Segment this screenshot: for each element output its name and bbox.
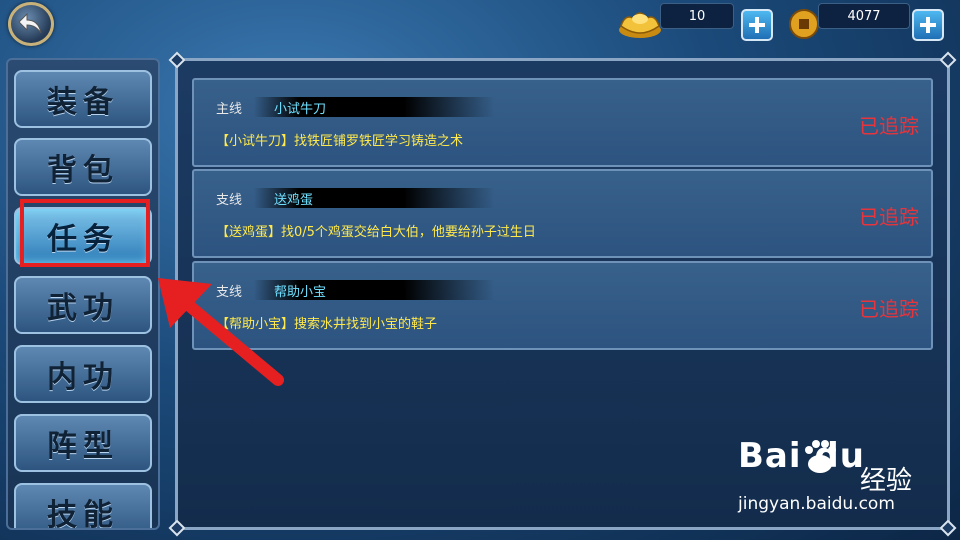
watermark-url: jingyan.baidu.com	[738, 494, 895, 514]
gold-ingot-icon	[619, 12, 661, 38]
add-coin-button[interactable]	[912, 9, 944, 41]
sidebar-item-formation[interactable]: 阵型	[14, 414, 152, 472]
quest-description: 【小试牛刀】找铁匠铺罗铁匠学习铸造之术	[216, 134, 464, 149]
sidebar-item-label: 内功	[47, 360, 119, 395]
sidebar: 装备 背包 任务 武功 内功 阵型 技能	[6, 58, 160, 530]
sidebar-item-label: 阵型	[47, 429, 119, 464]
quest-row[interactable]: 支线 送鸡蛋 【送鸡蛋】找0/5个鸡蛋交给白大伯，他要给孙子过生日 已追踪	[192, 169, 933, 258]
quest-status[interactable]: 已追踪	[859, 110, 919, 139]
sidebar-item-martial-arts[interactable]: 武功	[14, 276, 152, 334]
sidebar-item-skills[interactable]: 技能	[14, 483, 152, 530]
quest-type: 主线	[216, 102, 243, 117]
sidebar-item-equipment[interactable]: 装备	[14, 70, 152, 128]
gold-amount: 10	[660, 3, 734, 29]
copper-coin-icon	[789, 9, 819, 39]
sidebar-item-label: 武功	[47, 291, 119, 326]
paw-icon	[805, 440, 836, 473]
sidebar-item-bag[interactable]: 背包	[14, 138, 152, 196]
sidebar-item-inner-power[interactable]: 内功	[14, 345, 152, 403]
sidebar-item-label: 装备	[47, 85, 119, 120]
corner-ornament	[939, 519, 957, 537]
quest-row[interactable]: 主线 小试牛刀 【小试牛刀】找铁匠铺罗铁匠学习铸造之术 已追踪	[192, 78, 933, 167]
quest-status[interactable]: 已追踪	[859, 293, 919, 322]
plus-icon	[749, 17, 765, 33]
quest-type: 支线	[216, 193, 243, 208]
sidebar-item-label: 背包	[47, 153, 119, 188]
back-arrow-icon	[18, 12, 42, 34]
corner-ornament	[168, 519, 186, 537]
quest-status[interactable]: 已追踪	[859, 201, 919, 230]
watermark-brand-cn: 经验	[860, 466, 913, 496]
plus-icon	[920, 17, 936, 33]
back-button[interactable]	[8, 2, 54, 46]
highlight-box	[20, 199, 150, 267]
quest-name: 小试牛刀	[274, 102, 327, 117]
corner-ornament	[939, 51, 957, 69]
coin-amount: 4077	[818, 3, 910, 29]
baidu-watermark: Bai du 经验 jingyan.baidu.com	[738, 436, 938, 526]
corner-ornament	[168, 51, 186, 69]
quest-description: 【送鸡蛋】找0/5个鸡蛋交给白大伯，他要给孙子过生日	[216, 225, 536, 240]
sidebar-item-label: 技能	[47, 498, 119, 530]
add-gold-button[interactable]	[741, 9, 773, 41]
quest-row[interactable]: 支线 帮助小宝 【帮助小宝】搜索水井找到小宝的鞋子 已追踪	[192, 261, 933, 350]
annotation-arrow	[158, 278, 284, 386]
quest-name: 送鸡蛋	[274, 193, 314, 208]
